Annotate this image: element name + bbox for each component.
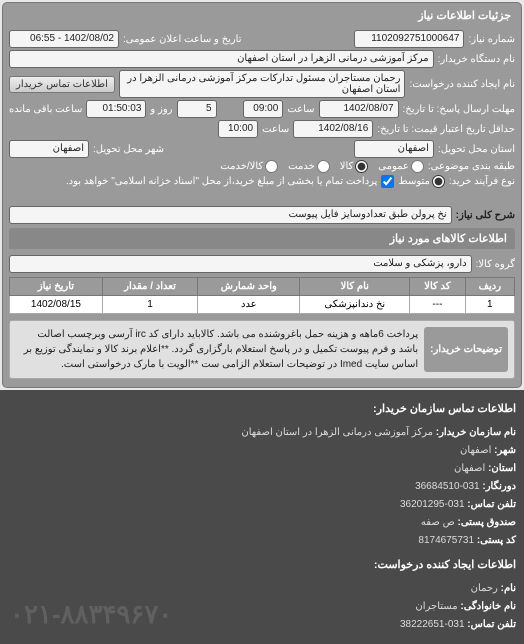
- group-label: طبقه بندی موضوعی:: [428, 161, 515, 172]
- reqno-value: 1102092751000647: [354, 30, 464, 48]
- postbox-label: صندوق پستی:: [457, 517, 516, 528]
- row-requester: نام ایجاد کننده درخواست: رحمان مستاجران …: [9, 70, 515, 98]
- deadline-days-label: روز و: [150, 104, 172, 115]
- ccity-label: شهر:: [494, 445, 516, 456]
- desc-label: شرح کلی نیاز:: [456, 210, 515, 221]
- ccity-value: اصفهان: [460, 445, 491, 456]
- name-label: نام:: [501, 583, 516, 594]
- pubdate-label: تاریخ و ساعت اعلان عمومی:: [123, 34, 242, 45]
- buyer-label: نام دستگاه خریدار:: [438, 54, 515, 65]
- details-panel: جزئیات اطلاعات نیاز شماره نیاز: 11020927…: [2, 2, 522, 388]
- table-header-row: ردیف کد کالا نام کالا واحد شمارش تعداد /…: [10, 278, 515, 296]
- deadline-remain-label: ساعت باقی مانده: [9, 104, 82, 115]
- row-deadline: مهلت ارسال پاسخ: تا تاریخ: 1402/08/07 سا…: [9, 100, 515, 118]
- phone-label: تلفن تماس:: [467, 619, 516, 630]
- row-desc: شرح کلی نیاز: نخ پرولن طبق تعدادوسایز فا…: [9, 206, 515, 224]
- items-table: ردیف کد کالا نام کالا واحد شمارش تعداد /…: [9, 277, 515, 314]
- phone-value: 031-38222651: [400, 619, 465, 630]
- name-value: رحمان: [471, 583, 498, 594]
- treasury-checkbox[interactable]: [381, 175, 394, 188]
- radio-service[interactable]: خدمت: [288, 160, 330, 173]
- contact-info-button[interactable]: اطلاعات تماس خریدار: [9, 76, 115, 93]
- requester-label: نام ایجاد کننده درخواست:: [409, 79, 515, 90]
- deadline-remain: 01:50:03: [86, 100, 146, 118]
- postbox-value: ص صفه: [421, 517, 455, 528]
- process-note: پرداخت تمام یا بخشی از مبلغ خرید،از محل …: [66, 176, 378, 187]
- province-label: استان محل تحویل:: [438, 144, 515, 155]
- process-label: نوع فرآیند خرید:: [449, 176, 515, 187]
- fax-value: 031-36684510: [415, 481, 480, 492]
- desc-value: نخ پرولن طبق تعدادوسایز فایل پیوست: [9, 206, 452, 224]
- th-unit: واحد شمارش: [198, 278, 300, 296]
- cprovince-label: استان:: [488, 463, 516, 474]
- row-process: نوع فرآیند خرید: متوسط پرداخت تمام یا بخ…: [9, 175, 515, 188]
- city-label: شهر محل تحویل:: [93, 144, 164, 155]
- buyer-notes-text: پرداخت 6ماهه و هزینه حمل باغروشنده می با…: [16, 327, 418, 372]
- requester-value: رحمان مستاجران مسئول تدارکات مرکز آموزشی…: [119, 70, 406, 98]
- deadline-date: 1402/08/07: [319, 100, 399, 118]
- itemgroup-value: دارو، پزشکی و سلامت: [9, 255, 472, 273]
- cell-idx: 1: [465, 296, 514, 314]
- tel-label: تلفن تماس:: [467, 499, 516, 510]
- postcode-value: 8174675731: [418, 535, 474, 546]
- radio-both[interactable]: کالا/خدمت: [220, 160, 278, 173]
- validity-time: 10:00: [218, 120, 258, 138]
- row-itemgroup: گروه کالا: دارو، پزشکی و سلامت: [9, 255, 515, 273]
- org-value: مرکز آموزشی درمانی الزهرا در استان اصفها…: [241, 427, 433, 438]
- group-radios: عمومی کالا خدمت کالا/خدمت: [220, 160, 424, 173]
- cell-name: نخ دندانپزشکی: [300, 296, 410, 314]
- tel-value: 031-36201295: [400, 499, 465, 510]
- postcode-label: کد پستی:: [477, 535, 516, 546]
- itemgroup-label: گروه کالا:: [476, 259, 515, 270]
- deadline-days: 5: [177, 100, 217, 118]
- table-row: 1 --- نخ دندانپزشکی عدد 1 1402/08/15: [10, 296, 515, 314]
- th-idx: ردیف: [465, 278, 514, 296]
- validity-time-label: ساعت: [262, 124, 289, 135]
- validity-label: حداقل تاریخ اعتبار قیمت: تا تاریخ:: [377, 124, 515, 135]
- deadline-time: 09:00: [243, 100, 283, 118]
- cell-qty: 1: [102, 296, 197, 314]
- items-header: اطلاعات کالاهای مورد نیاز: [9, 228, 515, 249]
- cell-date: 1402/08/15: [10, 296, 103, 314]
- deadline-time-label: ساعت: [287, 104, 314, 115]
- reqno-label: شماره نیاز:: [468, 34, 515, 45]
- radio-medium[interactable]: متوسط: [398, 175, 444, 188]
- org-label: نام سازمان خریدار:: [436, 427, 516, 438]
- row-validity: حداقل تاریخ اعتبار قیمت: تا تاریخ: 1402/…: [9, 120, 515, 138]
- row-province: استان محل تحویل: اصفهان شهر محل تحویل: ا…: [9, 140, 515, 158]
- contact-subheading: اطلاعات ایجاد کننده درخواست:: [8, 556, 516, 576]
- panel-title: جزئیات اطلاعات نیاز: [9, 7, 515, 28]
- deadline-label: مهلت ارسال پاسخ: تا تاریخ:: [403, 104, 515, 115]
- row-buyer: نام دستگاه خریدار: مرکز آموزشی درمانی ال…: [9, 50, 515, 68]
- row-group: طبقه بندی موضوعی: عمومی کالا خدمت کالا/خ…: [9, 160, 515, 173]
- th-date: تاریخ نیاز: [10, 278, 103, 296]
- cprovince-value: اصفهان: [454, 463, 485, 474]
- buyer-notes-label: توضیحات خریدار:: [424, 327, 508, 372]
- row-reqno: شماره نیاز: 1102092751000647 تاریخ و ساع…: [9, 30, 515, 48]
- buyer-notes-box: توضیحات خریدار: پرداخت 6ماهه و هزینه حمل…: [9, 320, 515, 379]
- contact-heading: اطلاعات تماس سازمان خریدار:: [8, 400, 516, 420]
- family-label: نام خانوادگی:: [460, 601, 516, 612]
- watermark: ۰۲۱-۸۸۳۴۹۶۷۰: [10, 591, 172, 638]
- pubdate-value: 1402/08/02 - 06:55: [9, 30, 119, 48]
- validity-date: 1402/08/16: [293, 120, 373, 138]
- province-value: اصفهان: [354, 140, 434, 158]
- cell-unit: عدد: [198, 296, 300, 314]
- th-name: نام کالا: [300, 278, 410, 296]
- family-value: مستاجران: [415, 601, 457, 612]
- contact-panel: اطلاعات تماس سازمان خریدار: نام سازمان خ…: [0, 390, 524, 644]
- cell-code: ---: [410, 296, 465, 314]
- buyer-value: مرکز آموزشی درمانی الزهرا در استان اصفها…: [9, 50, 434, 68]
- fax-label: دورنگار:: [482, 481, 516, 492]
- th-qty: تعداد / مقدار: [102, 278, 197, 296]
- th-code: کد کالا: [410, 278, 465, 296]
- radio-goods[interactable]: کالا: [340, 160, 369, 173]
- city-value: اصفهان: [9, 140, 89, 158]
- radio-general[interactable]: عمومی: [378, 160, 424, 173]
